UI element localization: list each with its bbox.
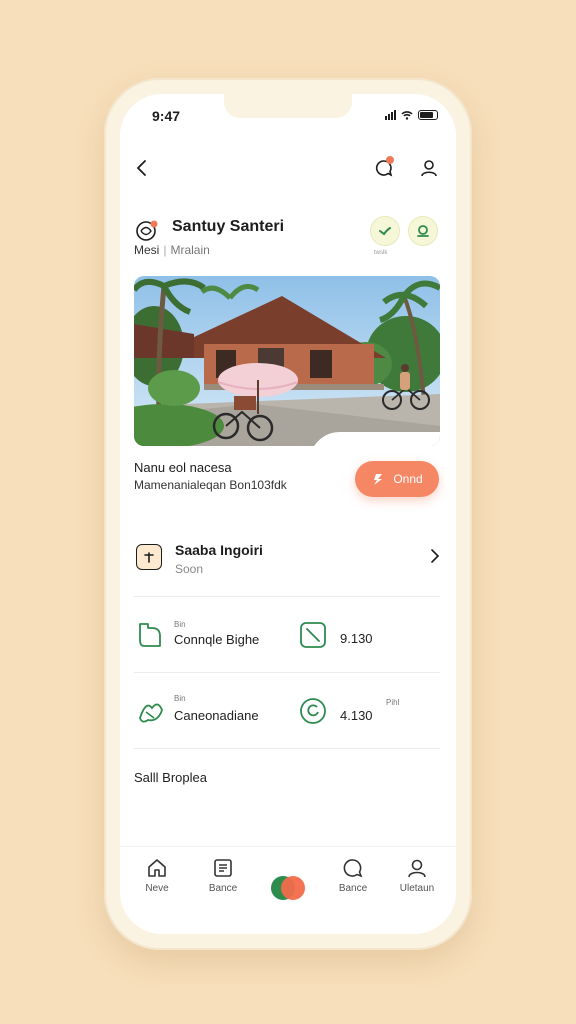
- app-subtitle: Mesi | Mralain: [134, 243, 210, 257]
- divider: [134, 596, 440, 597]
- double-circle-icon: [271, 876, 305, 900]
- divider: [134, 672, 440, 673]
- section-title: Salll Broplea: [134, 770, 207, 785]
- notification-badge: [386, 156, 394, 164]
- stat-card-1[interactable]: Bin Connqle Bighe: [136, 606, 276, 647]
- top-nav: [120, 150, 456, 190]
- tab-profile[interactable]: Uletaun: [392, 857, 442, 894]
- stat-value-card-2[interactable]: 4.130 Pihl: [298, 680, 428, 724]
- tab-documents[interactable]: Bance: [198, 857, 248, 894]
- user-icon: [421, 160, 437, 177]
- user-icon: [408, 859, 426, 878]
- profile-button[interactable]: [413, 152, 445, 184]
- stat-label: Connqle Bighe: [174, 632, 260, 647]
- app-title: Santuy Santeri: [172, 218, 285, 235]
- calendar-icon: [136, 544, 162, 570]
- event-cta-label: Onnd: [393, 472, 423, 486]
- list-item[interactable]: Saaba Ingoiri Soon: [134, 534, 440, 590]
- tab-label: Neve: [145, 883, 169, 894]
- bolt-icon: [374, 474, 383, 485]
- status-bar: 9:47: [120, 94, 456, 138]
- stat-small-label: Bin: [174, 620, 186, 629]
- wifi-icon: [401, 111, 413, 120]
- hero-illustration: [134, 276, 440, 446]
- center-action-button[interactable]: [268, 873, 308, 903]
- tab-label: Uletaun: [399, 883, 435, 894]
- back-button[interactable]: [126, 152, 158, 184]
- status-icons: [385, 110, 438, 120]
- subtitle-left: Mesi: [134, 243, 160, 257]
- check-button[interactable]: [370, 216, 400, 246]
- tab-label: Bance: [208, 883, 238, 894]
- event-subtitle: Mamenanialeqan Bon103fdk: [134, 478, 287, 492]
- chart-box-icon: [300, 622, 326, 648]
- app-profile-row: Santuy Santeri Mesi | Mralain twslk: [134, 216, 444, 260]
- pin-icon: [417, 225, 429, 237]
- document-icon: [214, 859, 232, 877]
- chat-icon: [343, 859, 363, 878]
- stat-value-card-1[interactable]: 9.130: [298, 606, 428, 648]
- battery-icon: [418, 110, 438, 120]
- divider: [134, 748, 440, 749]
- tab-home[interactable]: Neve: [132, 857, 182, 894]
- hero-photo: [134, 276, 440, 446]
- phone-frame: 9:47 Santuy Santeri Mesi | Mralain twslk…: [104, 78, 472, 950]
- check-button-label: twslk: [374, 250, 388, 256]
- tab-messages[interactable]: Bance: [328, 857, 378, 894]
- tab-bar: Neve Bance Bance Uletaun: [120, 846, 456, 934]
- stat-value-unit: Pihl: [386, 698, 400, 707]
- home-icon: [148, 859, 166, 877]
- subtitle-right: Mralain: [170, 243, 210, 257]
- stat-small-label: Bin: [174, 694, 186, 703]
- app-screen: 9:47 Santuy Santeri Mesi | Mralain twslk…: [120, 94, 456, 934]
- leaf-icon: [139, 703, 163, 723]
- stat-value: 4.130: [340, 708, 373, 723]
- event-cta-button[interactable]: Onnd: [355, 461, 439, 497]
- stat-value: 9.130: [340, 631, 373, 646]
- chevron-left-icon: [136, 160, 146, 176]
- notifications-button[interactable]: [368, 152, 400, 184]
- chevron-right-icon: [431, 549, 440, 563]
- phone-icon: [139, 623, 161, 647]
- status-time: 9:47: [152, 108, 181, 124]
- stat-card-2[interactable]: Bin Caneonadiane: [136, 680, 286, 723]
- refresh-icon: [300, 698, 326, 724]
- signal-icon: [385, 110, 396, 120]
- event-title: Nanu eol nacesa: [134, 460, 232, 475]
- stat-label: Caneonadiane: [174, 708, 259, 723]
- location-button[interactable]: [408, 216, 438, 246]
- check-icon: [379, 227, 391, 236]
- tab-label: Bance: [338, 883, 368, 894]
- subtitle-separator: |: [163, 243, 167, 257]
- list-item-subtitle: Soon: [175, 562, 204, 576]
- logo-icon: [136, 220, 158, 241]
- list-item-title: Saaba Ingoiri: [175, 542, 263, 558]
